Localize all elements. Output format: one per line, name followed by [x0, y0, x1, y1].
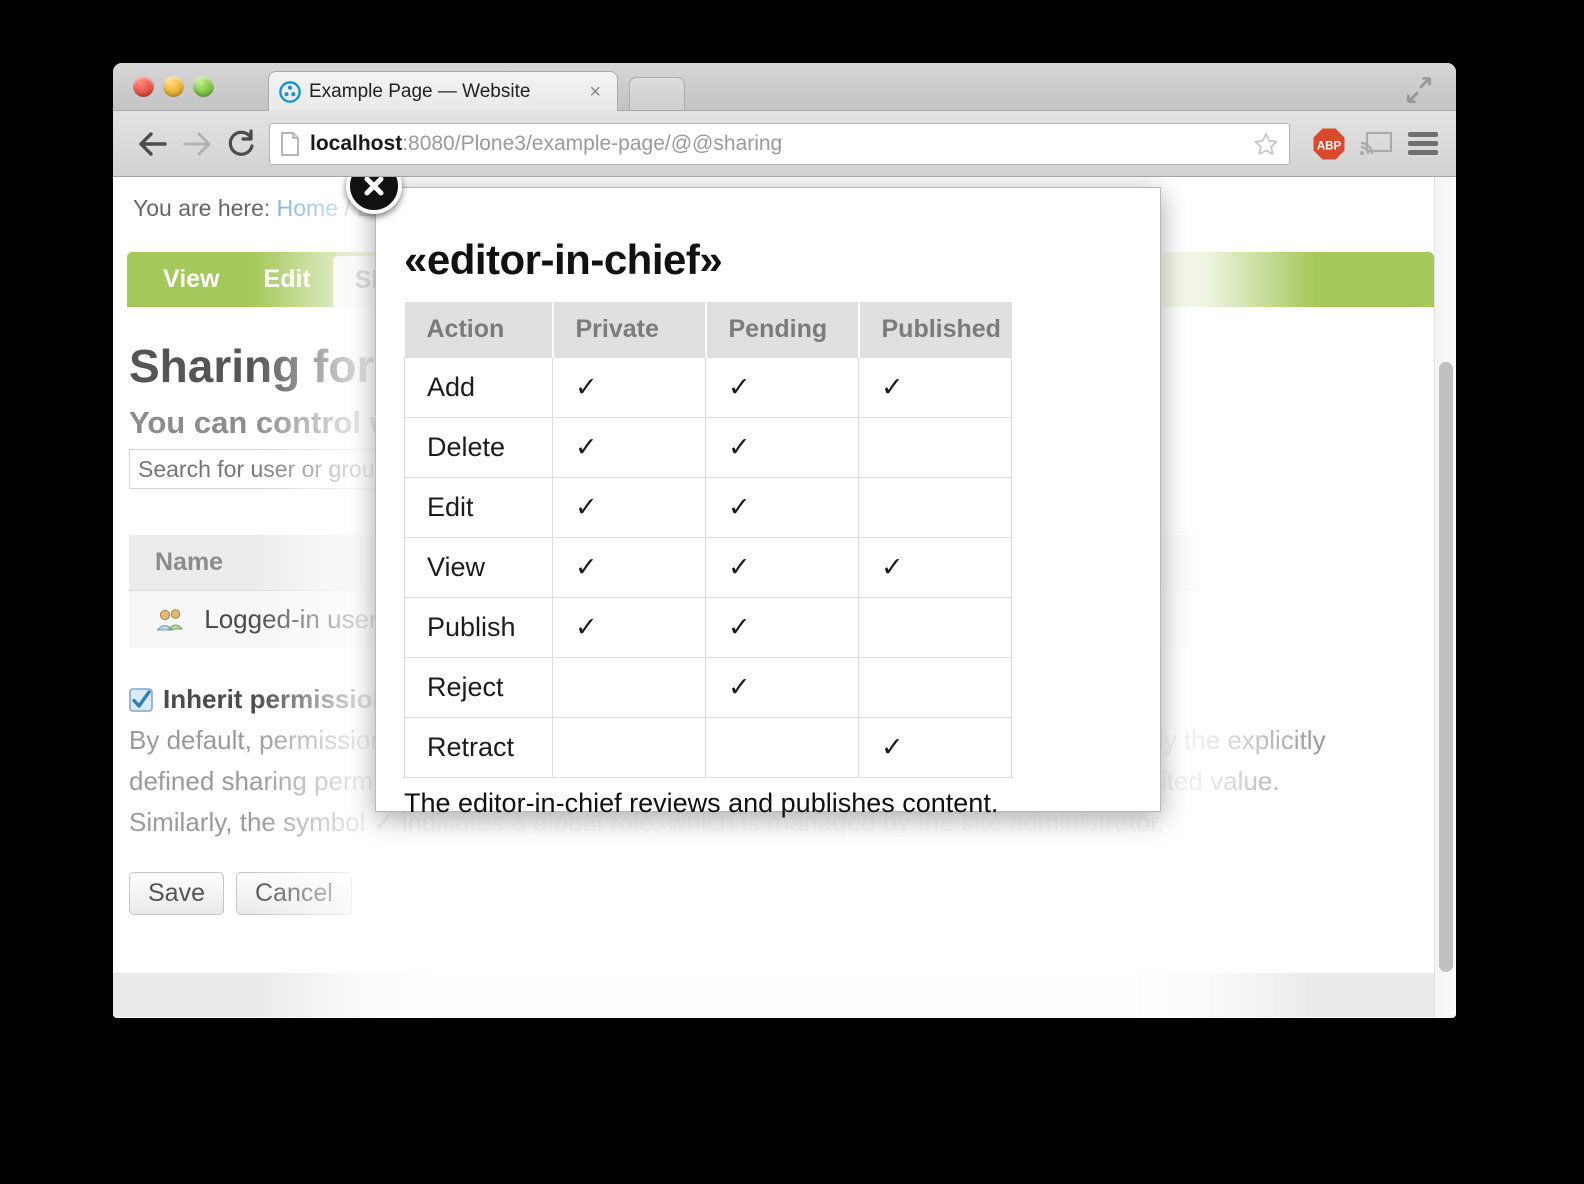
permission-cell-pending: ✓	[705, 357, 859, 418]
column-header-pending: Pending	[705, 302, 860, 358]
permissions-body: Add ✓ ✓ ✓ Delete ✓ ✓ Edit ✓ ✓ View ✓ ✓ ✓ Publish ✓ ✓ Reje…	[404, 357, 1012, 778]
permission-action-label: View	[404, 537, 553, 598]
bookmark-star-icon[interactable]	[1253, 131, 1279, 157]
permissions-row: Edit ✓ ✓	[404, 477, 1012, 538]
permissions-row: Add ✓ ✓ ✓	[404, 357, 1012, 418]
permissions-row: Delete ✓ ✓	[404, 417, 1012, 478]
permission-action-label: Delete	[404, 417, 553, 478]
back-button[interactable]	[131, 122, 175, 166]
permission-cell-published: ✓	[858, 717, 1012, 778]
close-icon	[364, 177, 384, 196]
group-icon	[156, 609, 184, 631]
permission-cell-pending	[705, 717, 859, 778]
column-header-private: Private	[552, 302, 707, 358]
permission-cell-published: ✓	[858, 357, 1012, 418]
browser-menu-icon[interactable]	[1408, 131, 1438, 156]
permissions-table: Action Private Pending Published Add ✓ ✓ ✓ D…	[404, 302, 1012, 778]
permission-cell-pending: ✓	[705, 597, 859, 658]
permissions-row: Publish ✓ ✓	[404, 597, 1012, 658]
permission-cell-published	[858, 477, 1012, 538]
cancel-button[interactable]: Cancel	[235, 872, 352, 915]
permission-cell-pending: ✓	[705, 657, 859, 718]
permission-cell-pending: ✓	[705, 477, 859, 538]
tab-view[interactable]: View	[141, 265, 242, 307]
browser-window: Example Page — Website × localhost:8080/…	[113, 63, 1456, 1018]
fullscreen-icon[interactable]	[1404, 77, 1434, 103]
modal-title: «editor-in-chief»	[404, 236, 723, 283]
browser-tab-strip: Example Page — Website ×	[113, 63, 1456, 111]
new-tab-button[interactable]	[629, 77, 685, 110]
page-footer	[113, 973, 1434, 1017]
permission-cell-private: ✓	[552, 417, 706, 478]
permission-action-label: Reject	[404, 657, 553, 718]
permission-action-label: Edit	[404, 477, 553, 538]
permission-cell-published	[858, 657, 1012, 718]
reload-button[interactable]	[219, 122, 263, 166]
browser-tab[interactable]: Example Page — Website ×	[268, 71, 618, 111]
scrollbar-thumb[interactable]	[1439, 362, 1453, 972]
permission-cell-private	[552, 717, 706, 778]
permission-cell-pending: ✓	[705, 537, 859, 598]
address-bar-url: localhost:8080/Plone3/example-page/@@sha…	[310, 132, 1253, 156]
permission-cell-pending: ✓	[705, 417, 859, 478]
address-bar[interactable]: localhost:8080/Plone3/example-page/@@sha…	[269, 122, 1290, 165]
permission-action-label: Add	[404, 357, 553, 418]
window-controls	[133, 76, 214, 97]
form-buttons: Save Cancel	[129, 872, 1434, 915]
browser-tab-title: Example Page — Website	[309, 80, 531, 102]
permissions-row: Reject ✓	[404, 657, 1012, 718]
permissions-row: View ✓ ✓ ✓	[404, 537, 1012, 598]
save-button[interactable]: Save	[129, 872, 224, 915]
page-scrollbar[interactable]	[1434, 177, 1456, 1017]
permission-action-label: Publish	[404, 597, 553, 658]
url-host: localhost	[310, 131, 403, 155]
url-path: :8080/Plone3/example-page/@@sharing	[402, 131, 783, 155]
permission-cell-private: ✓	[552, 597, 706, 658]
group-name-label: Logged-in users	[204, 604, 391, 634]
breadcrumb-home-link[interactable]: Home	[277, 195, 338, 221]
column-header-action: Action	[404, 302, 554, 358]
permission-cell-private: ✓	[552, 537, 706, 598]
modal-caption: The editor-in-chief reviews and publishe…	[404, 788, 999, 818]
permissions-row: Retract ✓	[404, 717, 1012, 778]
maximize-window-button[interactable]	[193, 76, 214, 97]
permissions-header-row: Action Private Pending Published	[404, 302, 1012, 358]
modal-body: «editor-in-chief» Action Private Pending…	[376, 188, 1160, 819]
permission-cell-published	[858, 417, 1012, 478]
inherit-permissions-checkbox[interactable]	[129, 687, 153, 712]
browser-toolbar: localhost:8080/Plone3/example-page/@@sha…	[113, 111, 1456, 177]
abp-icon[interactable]: ABP	[1312, 127, 1346, 161]
forward-button[interactable]	[175, 122, 219, 166]
plone-logo-icon	[279, 80, 301, 103]
permission-cell-private: ✓	[552, 357, 706, 418]
permission-cell-published	[858, 597, 1012, 658]
minimize-window-button[interactable]	[163, 76, 184, 97]
close-window-button[interactable]	[133, 76, 154, 97]
permission-action-label: Retract	[404, 717, 553, 778]
permission-cell-private	[552, 657, 706, 718]
tab-close-icon[interactable]: ×	[583, 82, 607, 102]
role-details-modal: «editor-in-chief» Action Private Pending…	[346, 177, 1161, 818]
page-viewport: You are here: Home / Example Page View E…	[113, 177, 1456, 1017]
column-header-published: Published	[858, 302, 1012, 358]
cast-icon[interactable]	[1360, 130, 1392, 158]
breadcrumb-prefix: You are here:	[133, 195, 271, 221]
permission-cell-private: ✓	[552, 477, 706, 538]
page-document-icon	[281, 131, 299, 156]
permission-cell-published: ✓	[858, 537, 1012, 598]
tab-edit[interactable]: Edit	[242, 265, 333, 307]
svg-text:ABP: ABP	[1317, 140, 1342, 152]
